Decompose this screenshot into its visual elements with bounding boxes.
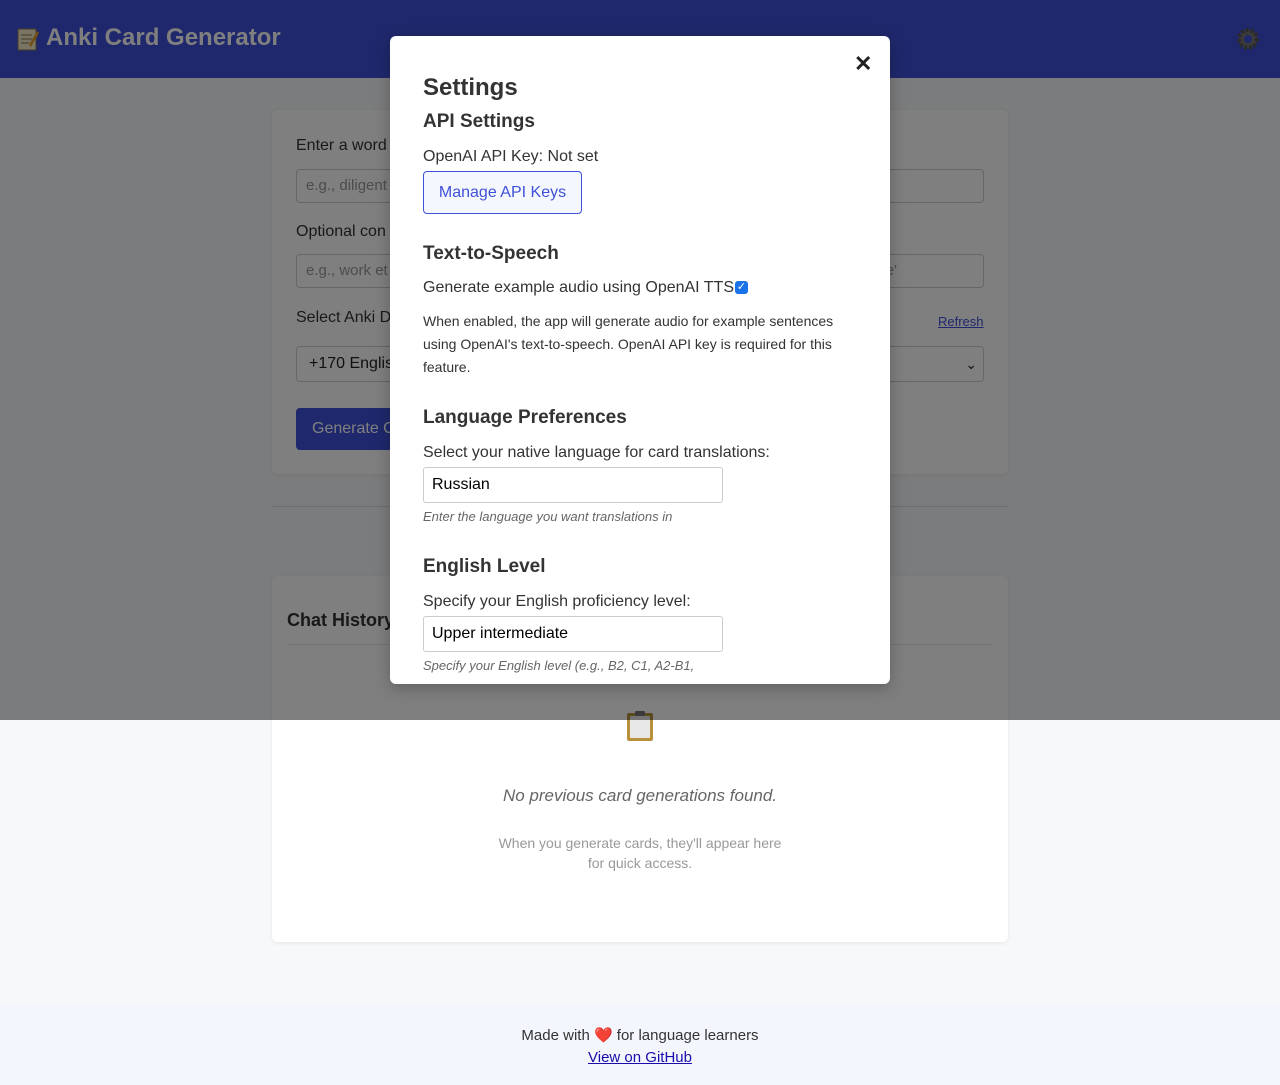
manage-api-keys-button[interactable]: Manage API Keys: [423, 171, 582, 214]
api-key-status: OpenAI API Key: Not set: [423, 148, 599, 165]
empty-state-subtitle: When you generate cards, they'll appear …: [498, 835, 782, 871]
footer: Made with ❤️ for language learners View …: [0, 1005, 1280, 1085]
api-settings-heading: API Settings: [423, 111, 535, 132]
settings-modal: ✕ Settings API Settings OpenAI API Key: …: [390, 36, 890, 684]
tts-description: When enabled, the app will generate audi…: [423, 313, 834, 375]
language-label: Select your native language for card tra…: [423, 444, 770, 461]
language-hint: Enter the language you want translations…: [423, 509, 673, 524]
english-level-label: Specify your English proficiency level:: [423, 593, 691, 610]
english-level-heading: English Level: [423, 556, 546, 577]
native-language-input[interactable]: Russian: [423, 467, 723, 503]
footer-text: Made with ❤️ for language learners: [521, 1027, 759, 1044]
modal-title: Settings: [423, 74, 518, 101]
github-link[interactable]: View on GitHub: [0, 1049, 1280, 1066]
english-level-input[interactable]: Upper intermediate: [423, 616, 723, 652]
tts-checkbox[interactable]: ✓: [735, 281, 748, 294]
language-heading: Language Preferences: [423, 407, 627, 428]
tts-label: Generate example audio using OpenAI TTS: [423, 279, 734, 296]
close-icon[interactable]: ✕: [854, 51, 872, 77]
tts-heading: Text-to-Speech: [423, 243, 559, 264]
empty-state-title: No previous card generations found.: [502, 786, 778, 805]
english-level-hint: Specify your English level (e.g., B2, C1…: [423, 658, 695, 673]
